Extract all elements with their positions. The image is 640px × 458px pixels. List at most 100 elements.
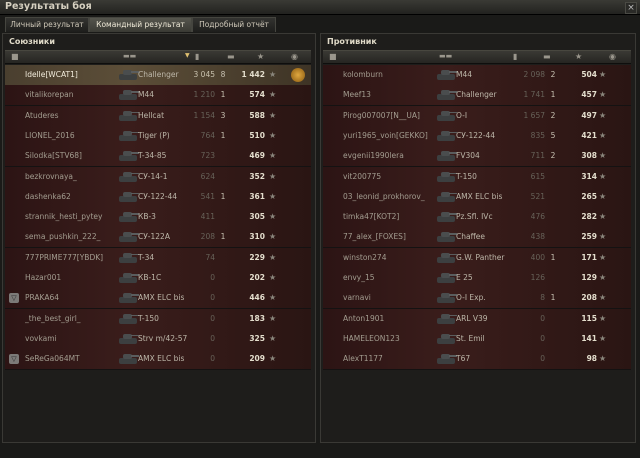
table-row[interactable]: winston274 G.W. Panther 400 1 171 ★ bbox=[323, 247, 631, 269]
table-row[interactable]: 777PRIME777[YBDK] T-34 74 229 ★ bbox=[5, 247, 311, 269]
allies-panel: Союзники ■ ▬▬ ▼ ▮ ▬ ★ ◉ Idelle[WCAT1] Cha… bbox=[2, 33, 316, 443]
player-name: vitalikorepan bbox=[25, 90, 74, 100]
xp-value: 183 bbox=[249, 313, 265, 323]
player-name: evgenii1990lera bbox=[343, 151, 404, 161]
table-row[interactable]: Idelle[WCAT1] Challenger 3 045 8 1 442 ★ bbox=[5, 65, 311, 86]
table-row[interactable]: dashenka62 СУ-122-44 541 1 361 ★ bbox=[5, 186, 311, 208]
tank-icon bbox=[435, 148, 457, 164]
damage-header-icon[interactable]: ▮ bbox=[513, 52, 517, 61]
table-row[interactable]: LIONEL_2016 Tiger (P) 764 1 510 ★ bbox=[5, 125, 311, 147]
player-name: vovkami bbox=[25, 333, 57, 343]
kills-value bbox=[215, 207, 231, 227]
table-row[interactable]: vitalikorepan M44 1 210 1 574 ★ bbox=[5, 85, 311, 107]
damage-value: 8 bbox=[540, 293, 545, 303]
star-icon: ★ bbox=[269, 313, 277, 323]
player-name: _the_best_girl_ bbox=[25, 313, 81, 323]
table-row[interactable]: evgenii1990lera FV304 711 2 308 ★ bbox=[323, 146, 631, 168]
tank-icon bbox=[435, 128, 457, 144]
achievements-header-icon[interactable]: ◉ bbox=[609, 52, 616, 61]
table-row[interactable]: varnavi O-I Exp. 8 1 208 ★ bbox=[323, 288, 631, 310]
damage-value: 1 210 bbox=[193, 90, 215, 100]
tank-icon bbox=[117, 169, 139, 185]
title-bar[interactable]: Результаты боя × bbox=[0, 0, 640, 15]
platoon-header-icon[interactable]: ■ bbox=[11, 52, 19, 61]
player-name: AlexT1177 bbox=[343, 354, 383, 364]
table-row[interactable]: 77_alex_[FOXES] Chaffee 438 259 ★ bbox=[323, 227, 631, 249]
xp-value: 457 bbox=[581, 90, 597, 100]
xp-header-icon[interactable]: ★ bbox=[575, 52, 582, 61]
enemies-title: Противник bbox=[327, 37, 377, 46]
player-name: yuri1965_voin[GEKKO] bbox=[343, 130, 428, 140]
damage-value: 615 bbox=[530, 171, 545, 181]
player-name: strannik_hesti_pytey bbox=[25, 212, 103, 222]
tab-team-result[interactable]: Командный результат bbox=[89, 17, 192, 32]
damage-header-icon[interactable]: ▮ bbox=[195, 52, 199, 61]
kills-value bbox=[545, 268, 561, 288]
table-row[interactable]: sema_pushkin_222_ СУ-122А 208 1 310 ★ bbox=[5, 227, 311, 249]
table-row[interactable]: Pirog007007[N__UA] O-I 1 657 2 497 ★ bbox=[323, 105, 631, 127]
table-row[interactable]: Hazar001 КВ-1С 0 202 ★ bbox=[5, 268, 311, 289]
player-name: HAMELEON123 bbox=[343, 333, 400, 343]
xp-header-icon[interactable]: ★ bbox=[257, 52, 264, 61]
table-row[interactable]: Anton1901 ARL V39 0 115 ★ bbox=[323, 308, 631, 330]
table-row[interactable]: strannik_hesti_pytey КВ-3 411 305 ★ bbox=[5, 207, 311, 229]
tank-header-icon[interactable]: ▬▬ bbox=[439, 52, 452, 60]
star-icon: ★ bbox=[269, 273, 277, 282]
tank-icon bbox=[435, 331, 457, 347]
player-name: winston274 bbox=[343, 252, 387, 262]
table-row[interactable]: vit200775 T-150 615 314 ★ bbox=[323, 166, 631, 188]
tank-header-icon[interactable]: ▬▬ bbox=[123, 52, 136, 60]
achievements-header-icon[interactable]: ◉ bbox=[291, 52, 298, 61]
achievement-medal-icon[interactable] bbox=[291, 68, 305, 82]
kills-value: 1 bbox=[220, 232, 226, 242]
table-row[interactable]: yuri1965_voin[GEKKO] СУ-122-44 835 5 421 ★ bbox=[323, 125, 631, 147]
damage-value: 764 bbox=[200, 130, 215, 140]
table-row[interactable]: HAMELEON123 St. Emil 0 141 ★ bbox=[323, 328, 631, 350]
tank-icon bbox=[435, 270, 457, 286]
xp-value: 282 bbox=[581, 212, 597, 222]
star-icon: ★ bbox=[269, 293, 277, 303]
kills-value bbox=[545, 187, 561, 207]
xp-value: 202 bbox=[249, 273, 265, 282]
damage-value: 411 bbox=[200, 212, 215, 222]
star-icon: ★ bbox=[599, 252, 607, 262]
xp-value: 229 bbox=[249, 252, 265, 262]
star-icon: ★ bbox=[269, 130, 277, 140]
xp-value: 259 bbox=[581, 232, 597, 242]
xp-value: 504 bbox=[581, 70, 597, 79]
kills-value bbox=[545, 207, 561, 227]
kills-value: 2 bbox=[550, 70, 556, 79]
table-row[interactable]: Atuderes Hellcat 1 154 3 588 ★ bbox=[5, 105, 311, 127]
star-icon: ★ bbox=[269, 212, 277, 222]
table-row[interactable]: ▽ SeReGa064MT AMX ELC bis 0 209 ★ bbox=[5, 349, 311, 371]
player-name: Hazar001 bbox=[25, 273, 62, 282]
kills-header-icon[interactable]: ▬ bbox=[543, 52, 551, 61]
kills-value bbox=[215, 248, 231, 268]
damage-value: 208 bbox=[200, 232, 215, 242]
tab-personal-result[interactable]: Личный результат bbox=[5, 17, 89, 32]
table-row[interactable]: 03_leonid_prokhorov_ AMX ELC bis 521 265 ★ bbox=[323, 186, 631, 208]
kills-value: 1 bbox=[220, 130, 226, 140]
player-name: Idelle[WCAT1] bbox=[25, 70, 78, 79]
damage-value: 1 154 bbox=[193, 110, 215, 120]
player-name: Anton1901 bbox=[343, 313, 385, 323]
kills-value bbox=[215, 268, 231, 288]
table-row[interactable]: _the_best_girl_ T-150 0 183 ★ bbox=[5, 308, 311, 330]
table-row[interactable]: Silodka[STV68] T-34-85 723 469 ★ bbox=[5, 146, 311, 168]
star-icon: ★ bbox=[599, 293, 607, 303]
table-row[interactable]: timka47[KOT2] Pz.Sfl. IVc 476 282 ★ bbox=[323, 207, 631, 229]
table-row[interactable]: AlexT1177 T67 0 98 ★ bbox=[323, 349, 631, 371]
damage-value: 126 bbox=[530, 273, 545, 282]
table-row[interactable]: kolomburn M44 2 098 2 504 ★ bbox=[323, 65, 631, 86]
tab-detailed-report[interactable]: Подробный отчёт bbox=[192, 17, 276, 32]
table-row[interactable]: envy_15 E 25 126 129 ★ bbox=[323, 268, 631, 289]
table-row[interactable]: Meef13 Challenger 1 741 1 457 ★ bbox=[323, 85, 631, 107]
damage-value: 1 657 bbox=[523, 110, 545, 120]
table-row[interactable]: bezkrovnaya_ СУ-14-1 624 352 ★ bbox=[5, 166, 311, 188]
platoon-header-icon[interactable]: ■ bbox=[329, 52, 337, 61]
close-button[interactable]: × bbox=[625, 2, 637, 14]
kills-header-icon[interactable]: ▬ bbox=[227, 52, 235, 61]
table-row[interactable]: ▽ PRAKA64 AMX ELC bis 0 446 ★ bbox=[5, 288, 311, 310]
table-row[interactable]: vovkami Strv m/42-57 0 325 ★ bbox=[5, 328, 311, 350]
player-name: kolomburn bbox=[343, 70, 383, 79]
